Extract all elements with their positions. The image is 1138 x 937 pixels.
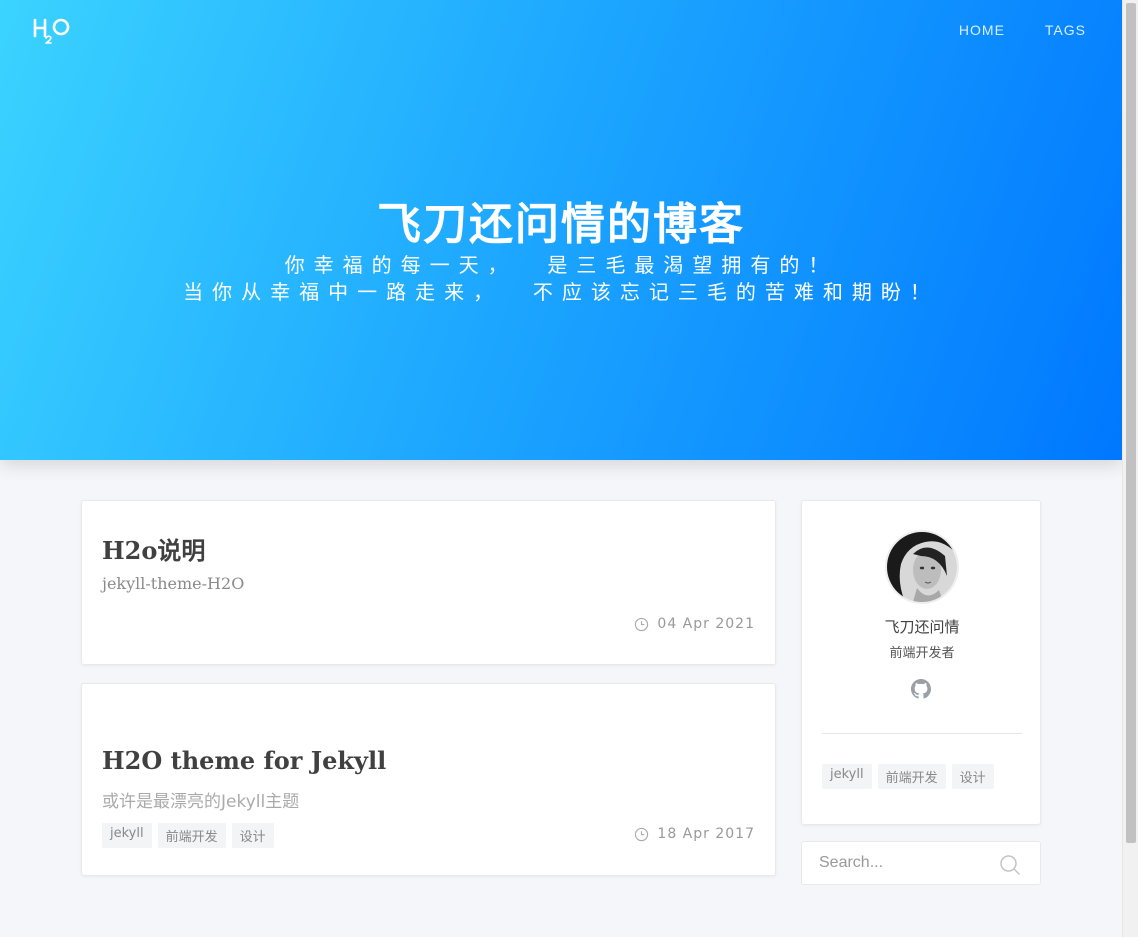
tag-design[interactable]: 设计: [231, 823, 274, 848]
tag-jekyll[interactable]: jekyll: [822, 764, 872, 789]
post-date: 18 Apr 2017: [634, 826, 755, 842]
main-nav: HOME TAGS: [959, 22, 1086, 38]
search-icon[interactable]: [999, 854, 1021, 876]
avatar[interactable]: [885, 530, 959, 604]
site-description-line: 当你从幸福中一路走来， 不应该忘记三毛的苦难和期盼！: [183, 280, 939, 304]
page-scrollbar[interactable]: [1122, 0, 1138, 937]
post-card[interactable]: H2o说明 jekyll-theme-H2O 04 Apr 2021: [81, 500, 776, 665]
scrollbar-thumb[interactable]: [1126, 3, 1136, 843]
site-logo[interactable]: [33, 14, 73, 44]
avatar-portrait-icon: [887, 532, 957, 602]
nav-home-link[interactable]: HOME: [959, 22, 1005, 38]
search-input[interactable]: [802, 842, 992, 884]
site-description-line: 你幸福的每一天， 是三毛最渴望拥有的！: [284, 253, 838, 277]
sidebar-divider: [822, 733, 1022, 734]
search-box: [801, 841, 1041, 885]
post-title[interactable]: H2O theme for Jekyll: [102, 746, 386, 775]
post-card[interactable]: H2O theme for Jekyll 或许是最漂亮的Jekyll主题 jek…: [81, 683, 776, 876]
site-title: 飞刀还问情的博客: [377, 199, 745, 250]
h2o-logo-icon: [33, 18, 70, 44]
hero-header: HOME TAGS 飞刀还问情的博客 你幸福的每一天， 是三毛最渴望拥有的！ 当…: [0, 0, 1122, 460]
post-title[interactable]: H2o说明: [102, 531, 205, 566]
post-tags: jekyll 前端开发 设计: [102, 823, 274, 848]
clock-icon: [635, 617, 649, 631]
tag-frontend[interactable]: 前端开发: [877, 764, 946, 789]
post-date: 04 Apr 2021: [634, 616, 755, 632]
github-icon-glyph: [911, 679, 931, 699]
post-date-text: 18 Apr 2017: [657, 826, 755, 842]
github-icon[interactable]: [911, 679, 931, 699]
clock-icon: [635, 827, 649, 841]
post-subtitle: jekyll-theme-H2O: [102, 574, 245, 593]
tag-frontend[interactable]: 前端开发: [157, 823, 226, 848]
author-bio: 前端开发者: [889, 646, 955, 661]
author-sidebar: 飞刀还问情 前端开发者 jekyll 前端开发 设计: [801, 500, 1041, 825]
tag-jekyll[interactable]: jekyll: [102, 823, 152, 848]
author-name: 飞刀还问情: [884, 618, 960, 636]
nav-tags-link[interactable]: TAGS: [1045, 22, 1086, 38]
sidebar-tags: jekyll 前端开发 设计: [822, 764, 994, 789]
post-date-text: 04 Apr 2021: [657, 616, 755, 632]
post-subtitle: 或许是最漂亮的Jekyll主题: [102, 792, 300, 812]
tag-design[interactable]: 设计: [951, 764, 994, 789]
site-description: 你幸福的每一天， 是三毛最渴望拥有的！ 当你从幸福中一路走来， 不应该忘记三毛的…: [0, 252, 1122, 306]
